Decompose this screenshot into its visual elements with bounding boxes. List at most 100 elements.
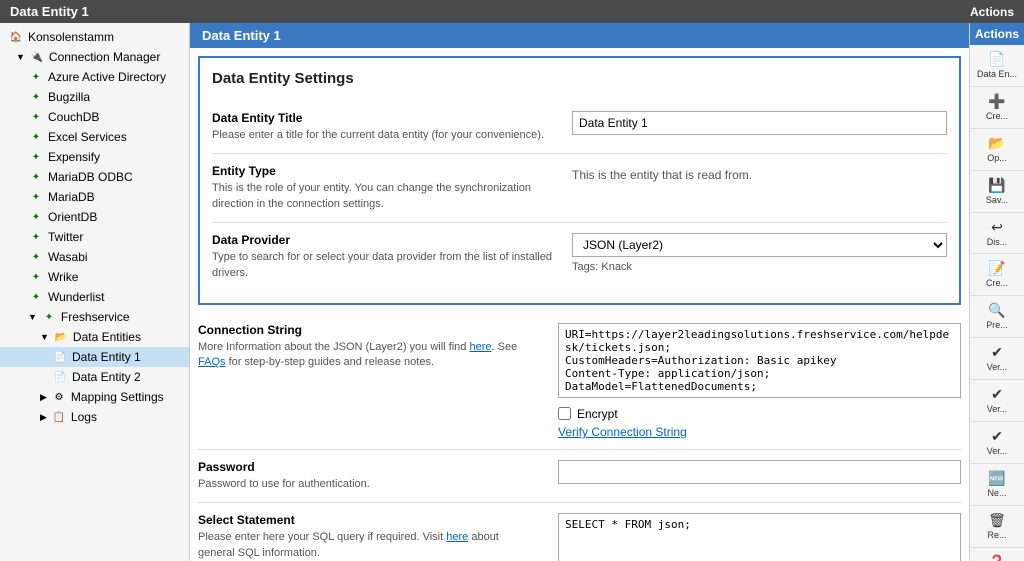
encrypt-checkbox[interactable] [558, 407, 571, 420]
title-label-col: Data Entity Title Please enter a title f… [212, 111, 572, 143]
top-bar-title: Data Entity 1 [10, 4, 89, 19]
connection-manager-icon: 🔌 [29, 49, 45, 65]
save-icon: 💾 [988, 177, 1005, 194]
mariadb-icon: ✦ [28, 189, 44, 205]
data-en-icon: 📄 [988, 51, 1005, 68]
action-discard[interactable]: ↩ Dis... [970, 213, 1024, 255]
sidebar-item-expensify[interactable]: ✦ Expensify [0, 147, 189, 167]
sidebar-item-wrike[interactable]: ✦ Wrike [0, 267, 189, 287]
sidebar-item-mapping-settings[interactable]: ▶ ⚙ Mapping Settings [0, 387, 189, 407]
action-create2[interactable]: 📝 Cre... [970, 254, 1024, 296]
connection-field-desc: More Information about the JSON (Layer2)… [198, 340, 538, 371]
action-save[interactable]: 💾 Sav... [970, 171, 1024, 213]
create2-icon: 📝 [988, 260, 1005, 277]
freshservice-label: Freshservice [61, 310, 181, 324]
wasabi-icon: ✦ [28, 249, 44, 265]
tags-row: Tags: Knack [572, 261, 947, 273]
sidebar-item-wunderlist[interactable]: ✦ Wunderlist [0, 287, 189, 307]
sidebar-item-freshservice[interactable]: ▼ ✦ Freshservice [0, 307, 189, 327]
content-header-title: Data Entity 1 [202, 28, 281, 43]
form-row-password: Password Password to use for authenticat… [198, 450, 961, 503]
settings-panel-title: Data Entity Settings [212, 70, 947, 87]
sidebar-item-mariadb-odbc[interactable]: ✦ MariaDB ODBC [0, 167, 189, 187]
open-label: Op... [987, 154, 1007, 164]
verify2-icon: ✔ [991, 386, 1003, 403]
select-field-desc: Please enter here your SQL query if requ… [198, 530, 538, 561]
password-field-label: Password [198, 460, 538, 474]
sidebar-item-logs[interactable]: ▶ 📋 Logs [0, 407, 189, 427]
title-input[interactable] [572, 111, 947, 135]
sidebar-item-data-entity-2[interactable]: 📄 Data Entity 2 [0, 367, 189, 387]
excel-label: Excel Services [48, 130, 181, 144]
action-new[interactable]: 🆕 Ne... [970, 464, 1024, 506]
verify1-icon: ✔ [991, 344, 1003, 361]
title-input-col [572, 111, 947, 135]
password-label-col: Password Password to use for authenticat… [198, 460, 558, 492]
data-provider-select[interactable]: JSON (Layer2) CSV XML OData [572, 233, 947, 257]
right-panel: Actions 📄 Data En... ➕ Cre... 📂 Op... 💾 … [969, 23, 1024, 561]
verify-connection-link[interactable]: Verify Connection String [558, 425, 961, 439]
title-field-label: Data Entity Title [212, 111, 552, 125]
verify3-label: Ver... [987, 447, 1008, 457]
sidebar-item-connection-manager[interactable]: ▼ 🔌 Connection Manager [0, 47, 189, 67]
sidebar-item-couchdb[interactable]: ✦ CouchDB [0, 107, 189, 127]
sidebar-item-twitter[interactable]: ✦ Twitter [0, 227, 189, 247]
verify1-label: Ver... [987, 363, 1008, 373]
sidebar-item-mariadb[interactable]: ✦ MariaDB [0, 187, 189, 207]
sidebar-item-data-entities[interactable]: ▼ 📂 Data Entities [0, 327, 189, 347]
wunderlist-icon: ✦ [28, 289, 44, 305]
twitter-icon: ✦ [28, 229, 44, 245]
action-create[interactable]: ➕ Cre... [970, 87, 1024, 129]
sidebar-item-data-entity-1[interactable]: 📄 Data Entity 1 [0, 347, 189, 367]
discard-icon: ↩ [991, 219, 1003, 236]
mariadb-label: MariaDB [48, 190, 181, 204]
save-label: Sav... [986, 196, 1008, 206]
twitter-label: Twitter [48, 230, 181, 244]
select-here-link[interactable]: here [446, 531, 468, 543]
entity-type-label-col: Entity Type This is the role of your ent… [212, 164, 572, 212]
sidebar-item-orientdb[interactable]: ✦ OrientDB [0, 207, 189, 227]
action-open[interactable]: 📂 Op... [970, 129, 1024, 171]
orientdb-label: OrientDB [48, 210, 181, 224]
data-provider-input-col: JSON (Layer2) CSV XML OData Tags: Knack [572, 233, 947, 273]
connection-faqs-link[interactable]: FAQs [198, 356, 226, 368]
form-row-connection-string: Connection String More Information about… [198, 313, 961, 450]
data-entity-1-file-icon: 📄 [52, 349, 68, 365]
new-label: Ne... [987, 489, 1006, 499]
action-data-en[interactable]: 📄 Data En... [970, 45, 1024, 87]
sidebar-root[interactable]: 🏠 Konsolenstamm [0, 27, 189, 47]
connection-here-link[interactable]: here [469, 341, 491, 353]
content-body: Data Entity Settings Data Entity Title P… [190, 48, 969, 561]
action-verify2[interactable]: ✔ Ver... [970, 380, 1024, 422]
sidebar-item-bugzilla[interactable]: ✦ Bugzilla [0, 87, 189, 107]
form-row-entity-type: Entity Type This is the role of your ent… [212, 154, 947, 223]
select-input-col: SELECT * FROM json; [558, 513, 961, 561]
content-header: Data Entity 1 [190, 23, 969, 48]
sidebar-item-wasabi[interactable]: ✦ Wasabi [0, 247, 189, 267]
remove-label: Re... [987, 531, 1006, 541]
new-icon: 🆕 [988, 470, 1005, 487]
action-help[interactable]: ❓ He... [970, 548, 1024, 561]
entity-type-field-desc: This is the role of your entity. You can… [212, 181, 552, 212]
connection-string-textarea[interactable]: URI=https://layer2leadingsolutions.fresh… [558, 323, 961, 398]
encrypt-row: Encrypt [558, 407, 961, 421]
expensify-label: Expensify [48, 150, 181, 164]
select-statement-textarea[interactable]: SELECT * FROM json; [558, 513, 961, 561]
expensify-icon: ✦ [28, 149, 44, 165]
bugzilla-label: Bugzilla [48, 90, 181, 104]
entity-type-field-label: Entity Type [212, 164, 552, 178]
action-remove[interactable]: 🗑 Re... [970, 506, 1024, 548]
action-preview[interactable]: 🔍 Pre... [970, 296, 1024, 338]
sidebar-item-excel-services[interactable]: ✦ Excel Services [0, 127, 189, 147]
password-input[interactable] [558, 460, 961, 484]
action-verify3[interactable]: ✔ Ver... [970, 422, 1024, 464]
wunderlist-label: Wunderlist [48, 290, 181, 304]
azure-icon: ✦ [28, 69, 44, 85]
sidebar-item-azure-active-directory[interactable]: ✦ Azure Active Directory [0, 67, 189, 87]
form-row-select-statement: Select Statement Please enter here your … [198, 503, 961, 561]
connection-label-col: Connection String More Information about… [198, 323, 558, 371]
expand-icon: ▼ [16, 52, 25, 62]
title-field-desc: Please enter a title for the current dat… [212, 128, 552, 143]
mapping-expand-icon: ▶ [40, 392, 47, 403]
action-verify1[interactable]: ✔ Ver... [970, 338, 1024, 380]
